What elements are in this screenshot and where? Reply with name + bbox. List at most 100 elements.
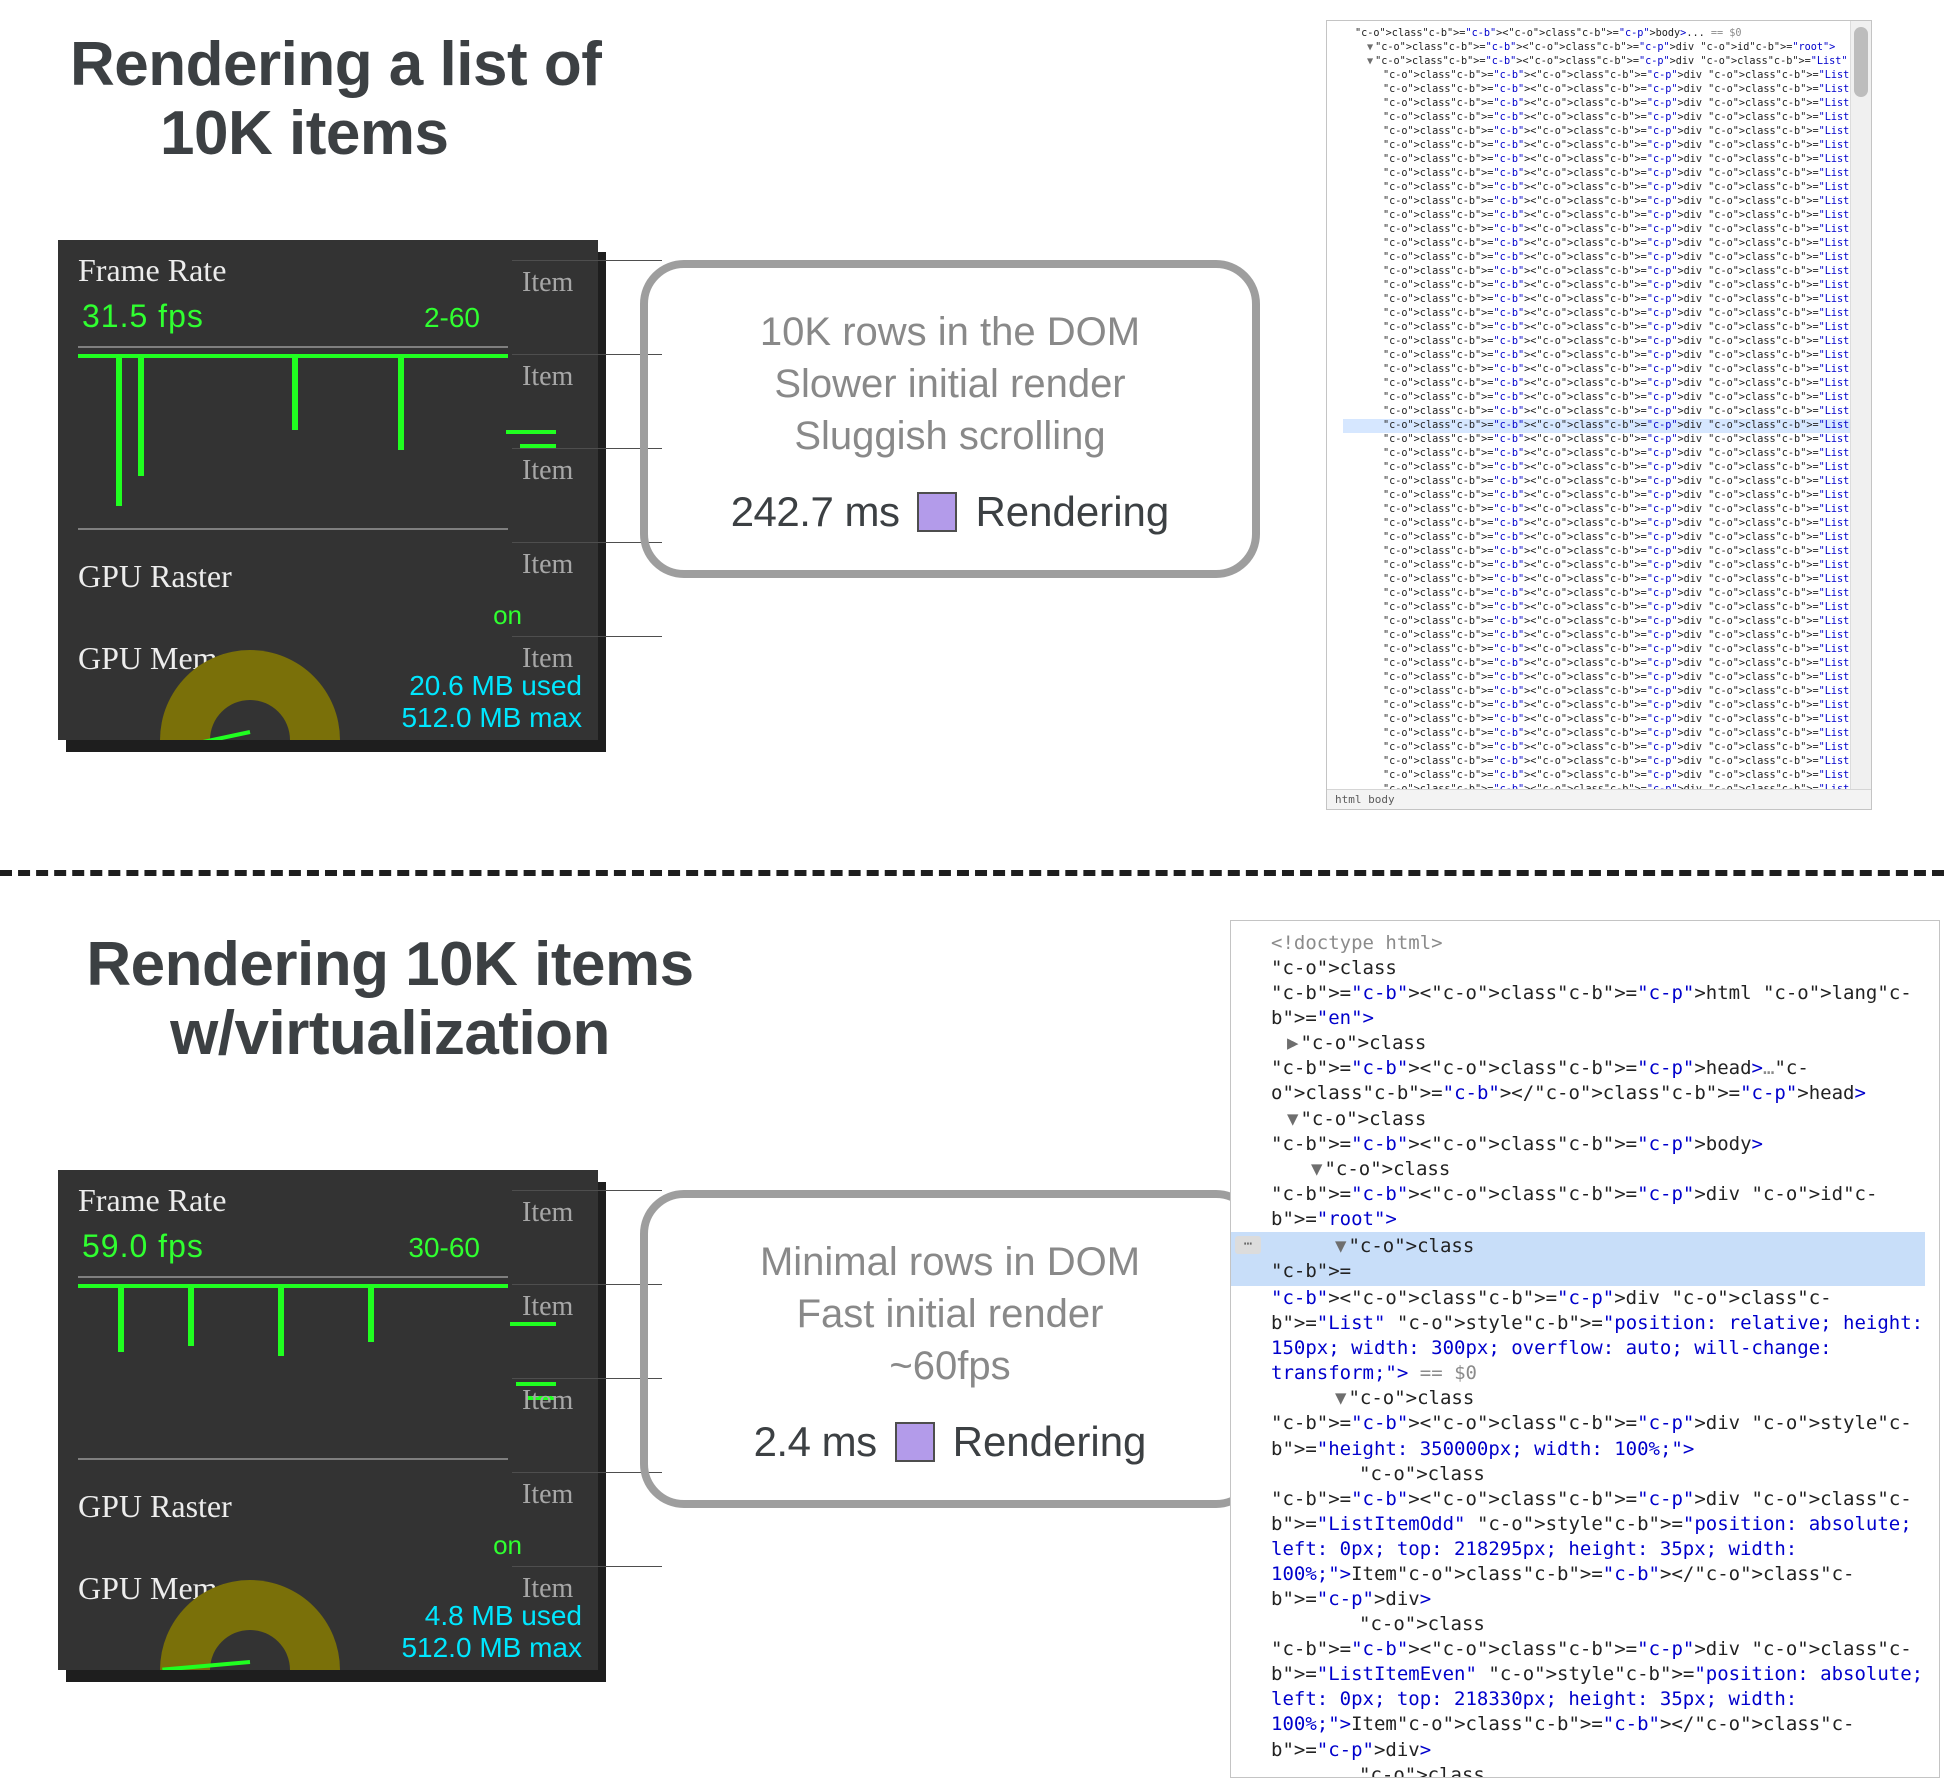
elements-breadcrumb[interactable]: html body xyxy=(1327,789,1871,809)
callout-line: Slower initial render xyxy=(682,358,1218,410)
dom-line[interactable]: "c-o">class"c-b">="c-b"><"c-o">class"c-b… xyxy=(1343,629,1863,643)
gpu-memory-max: 512.0 MB max xyxy=(401,1632,582,1664)
dom-line[interactable]: "c-o">class xyxy=(1373,1763,1925,1778)
dom-line[interactable]: "c-o">class"c-b">="c-b"><"c-o">class"c-b… xyxy=(1343,461,1863,475)
dom-tree[interactable]: "c-o">class"c-b">="c-b"><"c-o">class"c-b… xyxy=(1327,21,1871,803)
dom-line[interactable]: "c-o">class"c-b">="c-b"><"c-o">class"c-b… xyxy=(1343,727,1863,741)
dom-line[interactable]: "c-o">class xyxy=(1373,1462,1925,1487)
dom-line[interactable]: "c-o">class"c-b">="c-b"><"c-o">class"c-b… xyxy=(1343,111,1863,125)
dom-line[interactable]: "c-o">class"c-b">="c-b"><"c-o">class"c-b… xyxy=(1343,685,1863,699)
dom-line[interactable]: "c-o">class"c-b">="c-b"><"c-o">class"c-b… xyxy=(1343,279,1863,293)
callout-line: Fast initial render xyxy=(682,1288,1218,1340)
dom-line[interactable]: "c-o">class"c-b">="c-b"><"c-o">class"c-b… xyxy=(1343,195,1863,209)
dom-line[interactable]: "c-o">class"c-b">="c-b"><"c-o">class"c-b… xyxy=(1343,517,1863,531)
perf-panel-virtual: Frame Rate 59.0 fps 30-60 GPU Raster on … xyxy=(58,1170,598,1670)
dom-line[interactable]: "c-o">class xyxy=(1373,1612,1925,1637)
rendering-time: 2.4 ms xyxy=(754,1418,877,1466)
dom-line[interactable]: "c-o">class"c-b">="c-b"><"c-o">class"c-b… xyxy=(1343,503,1863,517)
gpu-raster-label: GPU Raster xyxy=(78,1488,232,1525)
dom-line[interactable]: "c-o">class"c-b">="c-b"><"c-o">class"c-b… xyxy=(1343,405,1863,419)
dom-line[interactable]: ▼"c-o">class xyxy=(1301,1107,1925,1132)
dom-line[interactable]: "c-o">class"c-b">="c-b"><"c-o">class"c-b… xyxy=(1343,531,1863,545)
dom-line[interactable]: ▼"c-o">class xyxy=(1325,1157,1925,1182)
dom-line[interactable]: "c-o">class"c-b">="c-b"><"c-o">class"c-b… xyxy=(1343,713,1863,727)
fps-baseline xyxy=(78,1284,508,1288)
fps-spike xyxy=(292,356,298,430)
dom-line[interactable]: "c-o">class"c-b">="c-b"><"c-o">class"c-b… xyxy=(1343,601,1863,615)
rendering-swatch-icon xyxy=(917,492,957,532)
dom-line[interactable]: "c-o">class"c-b">="c-b"><"c-o">class"c-b… xyxy=(1343,699,1863,713)
devtools-elements-nonvirtual[interactable]: "c-o">class"c-b">="c-b"><"c-o">class"c-b… xyxy=(1326,20,1872,810)
dom-line[interactable]: "c-o">class"c-b">="c-b"><"c-o">class"c-b… xyxy=(1343,433,1863,447)
fps-value: 59.0 fps xyxy=(82,1228,204,1265)
callout-line: Sluggish scrolling xyxy=(682,410,1218,462)
dom-line[interactable]: "c-o">class"c-b">="c-b"><"c-o">class"c-b… xyxy=(1343,265,1863,279)
scrollbar-thumb[interactable] xyxy=(1854,27,1868,97)
dom-line[interactable]: ▼"c-o">class"c-b">="c-b"><"c-o">class"c-… xyxy=(1343,41,1863,55)
fps-spike xyxy=(368,1286,374,1342)
dom-line[interactable]: "c-o">class"c-b">="c-b"><"c-o">class"c-b… xyxy=(1343,755,1863,769)
dom-line[interactable]: "c-o">class"c-b">="c-b"><"c-o">class"c-b… xyxy=(1343,69,1863,83)
dom-line[interactable]: "c-o">class"c-b">="c-b"><"c-o">class"c-b… xyxy=(1343,293,1863,307)
fps-spike xyxy=(398,356,404,450)
dom-line[interactable]: "c-o">class"c-b">="c-b"><"c-o">class"c-b… xyxy=(1343,321,1863,335)
dom-line[interactable]: "c-o">class"c-b">="c-b"><"c-o">class"c-b… xyxy=(1343,587,1863,601)
rendering-time: 242.7 ms xyxy=(731,488,900,536)
devtools-elements-virtual[interactable]: <!doctype html>"c-o">class"c-b">="c-b"><… xyxy=(1230,920,1940,1778)
title-bottom-line2: w/virtualization xyxy=(50,999,730,1068)
dom-tree[interactable]: <!doctype html>"c-o">class"c-b">="c-b"><… xyxy=(1231,921,1939,1778)
gpu-raster-label: GPU Raster xyxy=(78,558,232,595)
callout-nonvirtual: 10K rows in the DOM Slower initial rende… xyxy=(640,260,1260,578)
dom-line[interactable]: "c-o">class"c-b">="c-b"><"c-o">class"c-b… xyxy=(1343,419,1863,433)
dom-line[interactable]: "c-o">class"c-b">="c-b"><"c-o">class"c-b… xyxy=(1343,475,1863,489)
dom-line[interactable]: ▼"c-o">class"c-b">="c-b"><"c-o">class"c-… xyxy=(1343,55,1863,69)
fps-range: 30-60 xyxy=(408,1232,480,1264)
fps-chart xyxy=(78,1276,508,1460)
dom-line[interactable]: "c-o">class"c-b">="c-b"><"c-o">class"c-b… xyxy=(1343,223,1863,237)
dom-line[interactable]: "c-o">class"c-b">="c-b"><"c-o">class"c-b… xyxy=(1343,573,1863,587)
dom-line[interactable]: "c-o">class"c-b">="c-b"><"c-o">class"c-b… xyxy=(1343,643,1863,657)
scrollbar[interactable] xyxy=(1850,21,1871,789)
dom-line[interactable]: "c-o">class"c-b">="c-b"><"c-o">class"c-b… xyxy=(1343,657,1863,671)
dom-line[interactable]: "c-o">class"c-b">="c-b"><"c-o">class"c-b… xyxy=(1343,209,1863,223)
dom-line[interactable]: "c-o">class"c-b">="c-b"><"c-o">class"c-b… xyxy=(1343,741,1863,755)
dom-line[interactable]: "c-o">class"c-b">="c-b"><"c-o">class"c-b… xyxy=(1343,153,1863,167)
dom-line[interactable]: "c-o">class"c-b">="c-b"><"c-o">class"c-b… xyxy=(1343,27,1863,41)
frame-rate-label: Frame Rate xyxy=(78,252,226,289)
dom-line[interactable]: "c-o">class"c-b">="c-b"><"c-o">class"c-b… xyxy=(1343,335,1863,349)
dom-line[interactable]: "c-o">class"c-b">="c-b"><"c-o">class"c-b… xyxy=(1343,447,1863,461)
dom-line[interactable]: ▼"c-o">class xyxy=(1349,1386,1925,1411)
mini-chart-line xyxy=(510,1322,556,1336)
dom-line[interactable]: "c-o">class"c-b">="c-b"><"c-o">class"c-b… xyxy=(1343,83,1863,97)
dom-line[interactable]: "c-o">class"c-b">="c-b"><"c-o">class"c-b… xyxy=(1343,377,1863,391)
frame-rate-label: Frame Rate xyxy=(78,1182,226,1219)
dom-line[interactable]: "c-o">class"c-b">="c-b"><"c-o">class"c-b… xyxy=(1343,559,1863,573)
dom-line[interactable]: "c-o">class"c-b">="c-b"><"c-o">class"c-b… xyxy=(1343,125,1863,139)
mini-chart-line xyxy=(520,444,556,458)
dom-line[interactable]: "c-o">class"c-b">="c-b"><"c-o">class"c-b… xyxy=(1343,615,1863,629)
dom-line[interactable]: "c-o">class"c-b">="c-b"><"c-o">class"c-b… xyxy=(1343,769,1863,783)
dom-line[interactable]: "c-o">class"c-b">="c-b"><"c-o">class"c-b… xyxy=(1343,97,1863,111)
fps-spike xyxy=(188,1286,194,1346)
dom-line[interactable]: "c-o">class"c-b">="c-b"><"c-o">class"c-b… xyxy=(1343,181,1863,195)
fps-range: 2-60 xyxy=(424,302,480,334)
dom-line[interactable]: "c-o">class"c-b">="c-b"><"c-o">class"c-b… xyxy=(1343,167,1863,181)
dom-line[interactable]: "c-o">class"c-b">="c-b"><"c-o">class"c-b… xyxy=(1343,363,1863,377)
dom-line[interactable]: "c-o">class"c-b">="c-b"><"c-o">class"c-b… xyxy=(1343,545,1863,559)
dom-line[interactable]: ▶"c-o">class xyxy=(1301,1031,1925,1056)
dom-line[interactable]: "c-o">class"c-b">="c-b"><"c-o">class"c-b… xyxy=(1343,349,1863,363)
fps-spike xyxy=(118,1286,124,1352)
dom-line-selected[interactable]: ⋯▼"c-o">class"c-b">= xyxy=(1231,1232,1925,1286)
callout-stat: 242.7 ms Rendering xyxy=(682,488,1218,536)
dom-line[interactable]: "c-o">class"c-b">="c-b"><"c-o">class"c-b… xyxy=(1343,489,1863,503)
expand-collapse-ellipsis-icon[interactable]: ⋯ xyxy=(1235,1236,1261,1254)
dom-line[interactable]: "c-o">class xyxy=(1285,956,1925,981)
dom-line[interactable]: <!doctype html> xyxy=(1285,931,1925,956)
callout-stat: 2.4 ms Rendering xyxy=(682,1418,1218,1466)
dom-line[interactable]: "c-o">class"c-b">="c-b"><"c-o">class"c-b… xyxy=(1343,139,1863,153)
dom-line[interactable]: "c-o">class"c-b">="c-b"><"c-o">class"c-b… xyxy=(1343,391,1863,405)
dom-line[interactable]: "c-o">class"c-b">="c-b"><"c-o">class"c-b… xyxy=(1343,307,1863,321)
dom-line[interactable]: "c-o">class"c-b">="c-b"><"c-o">class"c-b… xyxy=(1343,237,1863,251)
dom-line[interactable]: "c-o">class"c-b">="c-b"><"c-o">class"c-b… xyxy=(1343,671,1863,685)
dom-line[interactable]: "c-o">class"c-b">="c-b"><"c-o">class"c-b… xyxy=(1343,251,1863,265)
